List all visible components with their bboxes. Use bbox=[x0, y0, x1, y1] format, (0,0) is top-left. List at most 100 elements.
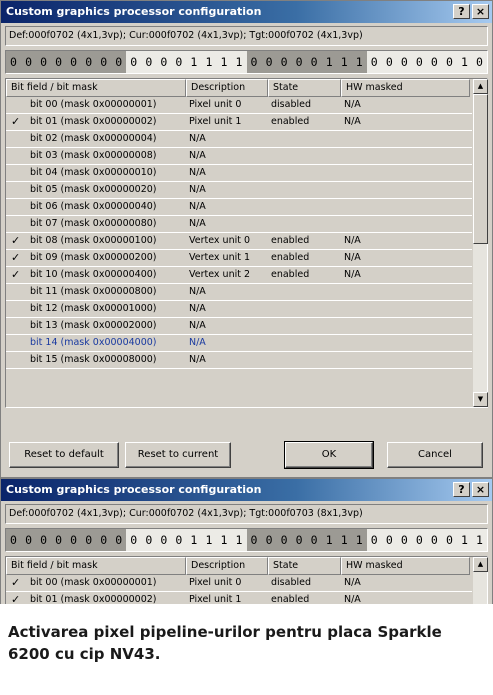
dialog-title-bar[interactable]: Custom graphics processor configuration … bbox=[1, 1, 492, 23]
checkmark-icon[interactable]: ✓ bbox=[11, 114, 20, 130]
table-row[interactable]: ✓ bit 01 (mask 0x00000002) Pixel unit 1 ena… bbox=[6, 114, 472, 131]
vertical-scrollbar[interactable]: ▲ ▼ bbox=[472, 79, 488, 407]
column-header-state[interactable]: State bbox=[268, 557, 341, 575]
column-header-bit-field[interactable]: Bit field / bit mask bbox=[6, 557, 186, 575]
bit-toggle[interactable]: 0 bbox=[21, 51, 37, 73]
scroll-up-icon[interactable]: ▲ bbox=[473, 79, 488, 94]
scroll-thumb[interactable] bbox=[473, 94, 488, 244]
reset-to-current-button[interactable]: Reset to current bbox=[125, 442, 231, 468]
reset-to-default-button[interactable]: Reset to default bbox=[9, 442, 119, 468]
scroll-up-icon[interactable]: ▲ bbox=[473, 557, 488, 572]
table-row[interactable]: bit 02 (mask 0x00000004) N/A bbox=[6, 131, 472, 148]
help-button[interactable]: ? bbox=[453, 4, 470, 19]
bit-toggle[interactable]: 0 bbox=[306, 529, 322, 551]
table-row[interactable]: bit 06 (mask 0x00000040) N/A bbox=[6, 199, 472, 216]
bit-toggle[interactable]: 0 bbox=[246, 529, 262, 551]
table-row[interactable]: bit 00 (mask 0x00000001) Pixel unit 0 disa… bbox=[6, 97, 472, 114]
scroll-down-icon[interactable]: ▼ bbox=[473, 392, 488, 407]
bit-toggle[interactable]: 0 bbox=[51, 51, 67, 73]
bit-toggle[interactable]: 0 bbox=[411, 529, 427, 551]
bit-toggle[interactable]: 0 bbox=[366, 51, 382, 73]
bit-toggle[interactable]: 0 bbox=[21, 529, 37, 551]
column-header-description[interactable]: Description bbox=[186, 557, 268, 575]
bit-toggle[interactable]: 0 bbox=[426, 51, 442, 73]
bit-toggle[interactable]: 1 bbox=[351, 51, 367, 73]
bit-toggle[interactable]: 0 bbox=[111, 51, 127, 73]
table-row[interactable]: bit 11 (mask 0x00000800) N/A bbox=[6, 284, 472, 301]
bit-toggle[interactable]: 0 bbox=[411, 51, 427, 73]
column-header-hw-masked[interactable]: HW masked bbox=[341, 557, 470, 575]
bit-toggle[interactable]: 0 bbox=[471, 51, 487, 73]
checkmark-icon[interactable]: ✓ bbox=[11, 267, 20, 283]
table-row[interactable]: ✓ bit 00 (mask 0x00000001) Pixel unit 0 dis… bbox=[6, 575, 472, 592]
close-button[interactable]: × bbox=[472, 4, 489, 19]
bit-toggle[interactable]: 0 bbox=[66, 51, 82, 73]
bit-toggle[interactable]: 0 bbox=[156, 529, 172, 551]
table-row[interactable]: ✓ bit 08 (mask 0x00000100) Vertex unit 0 en… bbox=[6, 233, 472, 250]
bit-toggle[interactable]: 0 bbox=[126, 51, 142, 73]
bit-toggle[interactable]: 0 bbox=[291, 529, 307, 551]
vertical-scrollbar[interactable]: ▲ bbox=[472, 557, 488, 607]
bit-toggle[interactable]: 1 bbox=[321, 51, 337, 73]
ok-button[interactable]: OK bbox=[284, 441, 374, 469]
table-row[interactable]: bit 14 (mask 0x00004000) N/A bbox=[6, 335, 472, 352]
bit-toggle[interactable]: 0 bbox=[381, 51, 397, 73]
close-button[interactable]: × bbox=[472, 482, 489, 497]
bit-toggle[interactable]: 0 bbox=[366, 529, 382, 551]
bit-toggle[interactable]: 1 bbox=[456, 529, 472, 551]
bit-toggle[interactable]: 1 bbox=[471, 529, 487, 551]
bit-toggle[interactable]: 1 bbox=[231, 51, 247, 73]
bit-toggle[interactable]: 1 bbox=[351, 529, 367, 551]
bit-toggle[interactable]: 0 bbox=[81, 51, 97, 73]
bit-toggle[interactable]: 0 bbox=[96, 529, 112, 551]
bit-toggle[interactable]: 0 bbox=[396, 51, 412, 73]
bit-toggle[interactable]: 1 bbox=[186, 51, 202, 73]
table-row[interactable]: bit 07 (mask 0x00000080) N/A bbox=[6, 216, 472, 233]
bit-toggle[interactable]: 0 bbox=[426, 529, 442, 551]
bit-toggle[interactable]: 0 bbox=[396, 529, 412, 551]
bit-toggle[interactable]: 1 bbox=[201, 529, 217, 551]
bit-toggle[interactable]: 0 bbox=[6, 51, 22, 73]
table-row[interactable]: bit 13 (mask 0x00002000) N/A bbox=[6, 318, 472, 335]
bit-toggle[interactable]: 0 bbox=[171, 51, 187, 73]
bit-toggle[interactable]: 0 bbox=[261, 529, 277, 551]
bit-toggle[interactable]: 1 bbox=[216, 51, 232, 73]
bit-toggle[interactable]: 0 bbox=[246, 51, 262, 73]
bit-toggle[interactable]: 0 bbox=[276, 529, 292, 551]
bit-toggle[interactable]: 0 bbox=[441, 51, 457, 73]
checkmark-icon[interactable]: ✓ bbox=[11, 233, 20, 249]
bit-toggle[interactable]: 0 bbox=[306, 51, 322, 73]
table-row[interactable]: bit 03 (mask 0x00000008) N/A bbox=[6, 148, 472, 165]
table-row[interactable]: ✓ bit 10 (mask 0x00000400) Vertex unit 2 en… bbox=[6, 267, 472, 284]
bit-toggle[interactable]: 0 bbox=[171, 529, 187, 551]
bit-toggle[interactable]: 0 bbox=[36, 51, 52, 73]
bit-toggle[interactable]: 1 bbox=[231, 529, 247, 551]
bit-toggle[interactable]: 1 bbox=[201, 51, 217, 73]
bit-toggle[interactable]: 0 bbox=[291, 51, 307, 73]
bit-toggle[interactable]: 0 bbox=[156, 51, 172, 73]
bit-toggle[interactable]: 0 bbox=[6, 529, 22, 551]
bit-toggle[interactable]: 1 bbox=[216, 529, 232, 551]
bit-toggle[interactable]: 0 bbox=[66, 529, 82, 551]
column-header-hw-masked[interactable]: HW masked bbox=[341, 79, 470, 97]
column-header-description[interactable]: Description bbox=[186, 79, 268, 97]
table-row[interactable]: bit 05 (mask 0x00000020) N/A bbox=[6, 182, 472, 199]
table-row[interactable]: ✓ bit 09 (mask 0x00000200) Vertex unit 1 en… bbox=[6, 250, 472, 267]
bit-toggle[interactable]: 0 bbox=[276, 51, 292, 73]
checkmark-icon[interactable]: ✓ bbox=[11, 575, 20, 591]
bit-toggle[interactable]: 1 bbox=[456, 51, 472, 73]
bit-toggle[interactable]: 0 bbox=[36, 529, 52, 551]
bit-toggle[interactable]: 0 bbox=[51, 529, 67, 551]
dialog-title-bar[interactable]: Custom graphics processor configuration … bbox=[1, 479, 492, 501]
bit-toggle[interactable]: 1 bbox=[336, 529, 352, 551]
bit-toggle[interactable]: 0 bbox=[81, 529, 97, 551]
column-header-state[interactable]: State bbox=[268, 79, 341, 97]
bit-toggle[interactable]: 0 bbox=[111, 529, 127, 551]
column-header-bit-field[interactable]: Bit field / bit mask bbox=[6, 79, 186, 97]
table-row[interactable]: bit 04 (mask 0x00000010) N/A bbox=[6, 165, 472, 182]
bit-toggle[interactable]: 0 bbox=[141, 529, 157, 551]
bit-toggle[interactable]: 0 bbox=[126, 529, 142, 551]
bit-toggle[interactable]: 0 bbox=[96, 51, 112, 73]
bit-toggle[interactable]: 0 bbox=[141, 51, 157, 73]
checkmark-icon[interactable]: ✓ bbox=[11, 250, 20, 266]
